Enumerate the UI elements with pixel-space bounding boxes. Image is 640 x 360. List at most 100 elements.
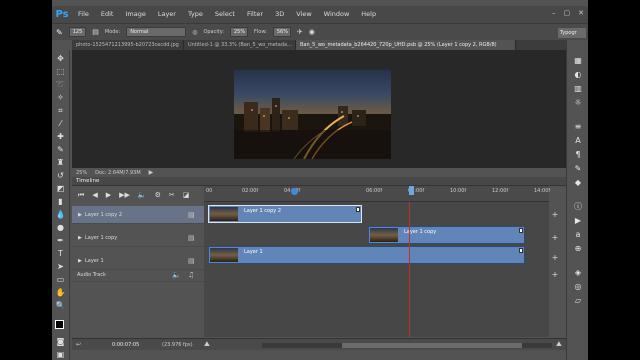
timeline-layer-row[interactable]: ▶ Layer 1 copy 2 ▤ [72, 206, 204, 224]
menu-image[interactable]: Image [119, 6, 151, 23]
menu-window[interactable]: Window [318, 6, 356, 23]
airbrush-icon[interactable]: ✈ [297, 28, 303, 36]
timeline-layer-row[interactable]: ▶ Layer 1 copy ▤ [72, 229, 204, 247]
zoom-level[interactable]: 25% [76, 170, 87, 176]
add-media-icon[interactable]: + [551, 234, 559, 242]
character-panel-icon[interactable]: A [573, 136, 583, 146]
path-select-tool-icon[interactable]: ➤ [55, 262, 66, 271]
dodge-tool-icon[interactable]: ● [55, 223, 66, 232]
split-icon[interactable]: ✂ [169, 191, 175, 199]
pressure-size-icon[interactable]: ◉ [309, 28, 315, 36]
timeline-tracks[interactable]: Layer 1 copy 2 Layer 1 copy Layer 1 [204, 202, 549, 337]
music-note-icon[interactable]: ♫ [188, 271, 204, 279]
doc-tab-2[interactable]: Untitled-1 @ 33.3% (Ban_5_wo_metada... [184, 40, 296, 50]
menu-filter[interactable]: Filter [241, 6, 269, 23]
crop-tool-icon[interactable]: ⌗ [55, 106, 66, 115]
transition-icon[interactable]: ◪ [183, 191, 190, 199]
film-icon[interactable]: ▤ [188, 211, 204, 219]
minimize-icon[interactable]: – [552, 9, 556, 17]
paragraph-panel-icon[interactable]: ¶ [573, 150, 583, 160]
quick-select-tool-icon[interactable]: ✧ [55, 93, 66, 102]
adjustments-panel-icon[interactable]: ☼ [573, 98, 583, 108]
color-panel-icon[interactable]: ◐ [573, 70, 583, 80]
history-brush-icon[interactable]: ↺ [55, 171, 66, 180]
playhead-knob[interactable] [291, 188, 298, 195]
clip-layer-1-copy-2[interactable]: Layer 1 copy 2 [208, 205, 362, 223]
add-media-icon[interactable]: + [551, 211, 559, 219]
blur-tool-icon[interactable]: 💧 [55, 210, 66, 219]
time-ruler[interactable]: 00 02:00f 04:00f 06:00f 08:00f 10:00f 12… [204, 186, 550, 202]
properties-panel-icon[interactable]: ≡ [573, 122, 583, 132]
brush-tool-icon[interactable]: ✎ [55, 145, 66, 154]
stamp-tool-icon[interactable]: ♜ [55, 158, 66, 167]
gradient-tool-icon[interactable]: ▮ [55, 197, 66, 206]
doc-tab-1[interactable]: photo-1525471213995-b20723cecdd.jpg [72, 40, 184, 50]
zoom-slider-thumb[interactable] [342, 343, 522, 348]
work-area-end-handle[interactable] [409, 186, 414, 195]
brush-panel-icon[interactable]: ▤ [92, 28, 99, 36]
clip-layer-1-copy[interactable]: Layer 1 copy [368, 226, 525, 244]
restore-icon[interactable]: ▢ [564, 9, 571, 17]
channels-panel-icon[interactable]: ◎ [573, 282, 583, 292]
mode-select[interactable]: Normal [126, 27, 187, 37]
clone-source-icon[interactable]: ⊕ [573, 244, 583, 254]
timeline-title[interactable]: Timeline [76, 178, 99, 184]
foreground-color-swatch[interactable] [55, 320, 64, 329]
type-tool-icon[interactable]: T [55, 249, 66, 258]
timeline-zoom-slider[interactable] [262, 343, 552, 348]
clip-layer-1[interactable]: Layer 1 [208, 246, 525, 264]
menu-view[interactable]: View [290, 6, 317, 23]
swatches-panel-icon[interactable]: ▥ [573, 84, 583, 94]
close-icon[interactable]: ✕ [578, 9, 584, 17]
quick-mask-icon[interactable]: ◙ [55, 337, 66, 346]
audio-track-row[interactable]: Audio Track 🔈 ♫ [72, 268, 204, 282]
film-icon[interactable]: ▤ [188, 257, 204, 265]
layers-panel-icon[interactable]: ◈ [573, 268, 583, 278]
render-video-icon[interactable]: ↩ [76, 341, 81, 348]
current-time-indicator[interactable] [409, 202, 410, 337]
expand-arrow-icon[interactable]: ▶ [72, 258, 82, 264]
history-panel-icon[interactable]: ▦ [573, 56, 583, 66]
lasso-tool-icon[interactable]: ➰ [55, 80, 66, 89]
add-audio-icon[interactable]: + [551, 271, 559, 279]
settings-icon[interactable]: ⚙ [155, 191, 161, 199]
canvas-area[interactable] [72, 50, 566, 175]
marquee-tool-icon[interactable]: ⬚ [55, 67, 66, 76]
zoom-out-icon[interactable]: ⛰ [204, 340, 210, 349]
menu-help[interactable]: Help [355, 6, 382, 23]
pressure-icon[interactable]: ◎ [192, 29, 197, 36]
zoom-in-icon[interactable]: ⛰ [556, 340, 562, 349]
audio-icon[interactable]: 🔈 [138, 191, 147, 199]
flow-field[interactable]: 56% [272, 27, 291, 37]
paths-panel-icon[interactable]: ▱ [573, 296, 583, 306]
eraser-tool-icon[interactable]: ◩ [55, 184, 66, 193]
pen-tool-icon[interactable]: ✒ [55, 236, 66, 245]
speaker-icon[interactable]: 🔈 [172, 271, 188, 279]
add-media-icon[interactable]: + [551, 254, 559, 262]
info-panel-icon[interactable]: ⓘ [573, 202, 583, 212]
brush-presets-icon[interactable]: ✎ [573, 164, 583, 174]
brush-tool-icon[interactable]: ✎ [56, 28, 63, 37]
doc-tab-3[interactable]: Ban_5_wo_metadata_b264420_720p_UHD.psb @… [296, 40, 516, 50]
screen-mode-icon[interactable]: ▣ [55, 350, 66, 359]
clip-handle-icon[interactable] [519, 248, 523, 253]
play-icon[interactable]: ▶ [106, 191, 111, 199]
glyphs-panel-icon[interactable]: a [573, 230, 583, 240]
prev-frame-icon[interactable]: ◀ [92, 191, 97, 199]
shape-tool-icon[interactable]: ▭ [55, 275, 66, 284]
clip-handle-icon[interactable] [356, 207, 360, 212]
brush-size-field[interactable]: 125 [68, 27, 87, 37]
menu-type[interactable]: Type [182, 6, 209, 23]
eyedropper-tool-icon[interactable]: ⁄ [55, 119, 66, 128]
menu-edit[interactable]: Edit [95, 6, 120, 23]
hand-tool-icon[interactable]: ✋ [55, 288, 66, 297]
film-icon[interactable]: ▤ [188, 234, 204, 242]
actions-panel-icon[interactable]: ▶ [573, 216, 583, 226]
healing-tool-icon[interactable]: ✚ [55, 132, 66, 141]
workspace-select[interactable]: Typogr [558, 28, 586, 38]
first-frame-icon[interactable]: ⏮ [78, 191, 84, 200]
styles-panel-icon[interactable]: ◆ [573, 178, 583, 188]
opacity-field[interactable]: 25% [230, 27, 248, 37]
menu-layer[interactable]: Layer [152, 6, 182, 23]
menu-3d[interactable]: 3D [269, 6, 290, 23]
